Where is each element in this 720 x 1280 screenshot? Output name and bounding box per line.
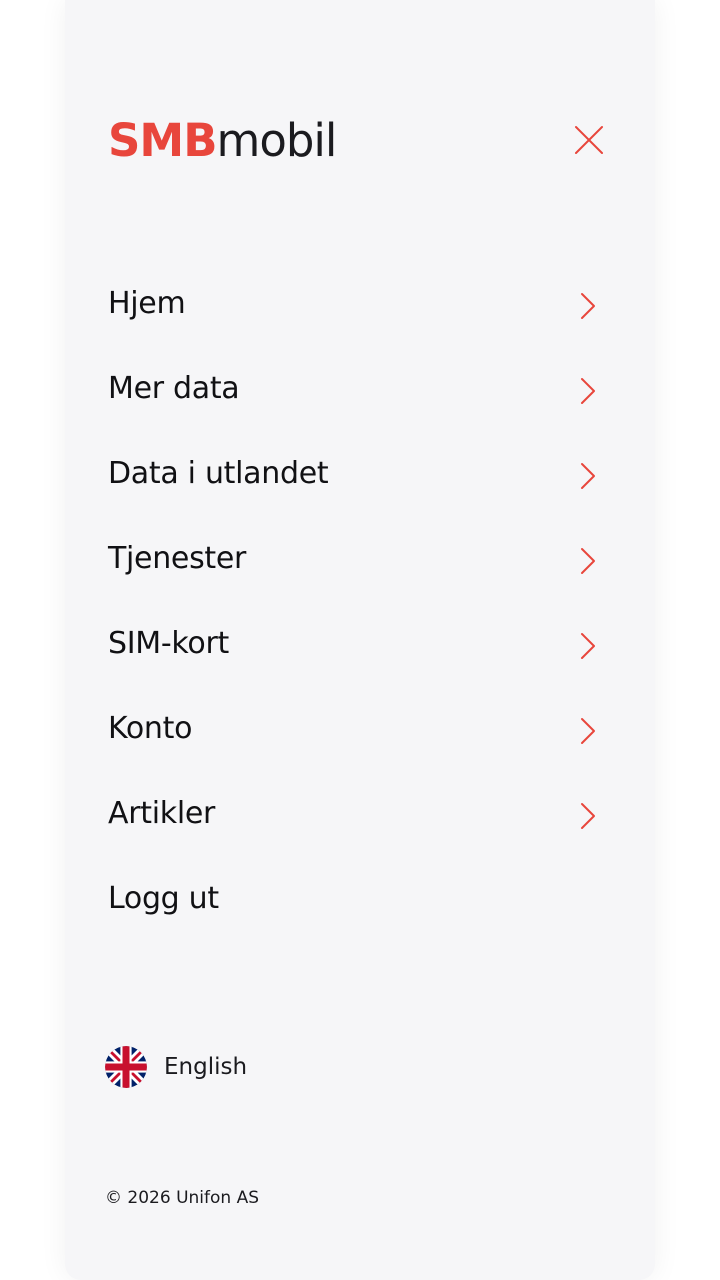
close-button[interactable] xyxy=(569,120,609,160)
menu-item-tjenester[interactable]: Tjenester xyxy=(108,516,598,601)
menu-item-sim-kort[interactable]: SIM-kort xyxy=(108,601,598,686)
menu-item-label: Artikler xyxy=(108,796,216,831)
menu-item-label: Mer data xyxy=(108,371,240,406)
smbmobil-logo[interactable]: SMBmobil xyxy=(108,114,338,168)
chevron-right-icon xyxy=(581,548,595,574)
logo-suffix: mobil xyxy=(216,114,338,167)
chevron-right-icon xyxy=(581,378,595,404)
chevron-right-icon xyxy=(581,463,595,489)
language-switch[interactable]: English xyxy=(105,1046,247,1088)
main-menu: Hjem Mer data Data i utlandet Tjenester … xyxy=(108,261,598,941)
uk-flag-icon xyxy=(105,1046,147,1088)
navigation-drawer: SMBmobil Hjem Mer data Data i utlandet T… xyxy=(65,0,655,1280)
menu-item-label: Tjenester xyxy=(108,541,247,576)
copyright-text: © 2026 Unifon AS xyxy=(105,1188,259,1208)
chevron-right-icon xyxy=(581,803,595,829)
menu-item-mer-data[interactable]: Mer data xyxy=(108,346,598,431)
chevron-right-icon xyxy=(581,293,595,319)
language-label: English xyxy=(164,1054,248,1080)
menu-item-label: Konto xyxy=(108,711,193,746)
chevron-right-icon xyxy=(581,718,595,744)
chevron-right-icon xyxy=(581,633,595,659)
close-icon xyxy=(575,126,603,154)
menu-item-label: SIM-kort xyxy=(108,626,229,661)
logo-brand: SMB xyxy=(108,114,217,167)
menu-item-label: Hjem xyxy=(108,286,186,321)
menu-item-hjem[interactable]: Hjem xyxy=(108,261,598,346)
menu-item-label: Logg ut xyxy=(108,881,219,916)
menu-item-artikler[interactable]: Artikler xyxy=(108,771,598,856)
menu-item-konto[interactable]: Konto xyxy=(108,686,598,771)
menu-item-data-i-utlandet[interactable]: Data i utlandet xyxy=(108,431,598,516)
menu-item-logg-ut[interactable]: Logg ut xyxy=(108,856,598,941)
menu-item-label: Data i utlandet xyxy=(108,456,329,491)
